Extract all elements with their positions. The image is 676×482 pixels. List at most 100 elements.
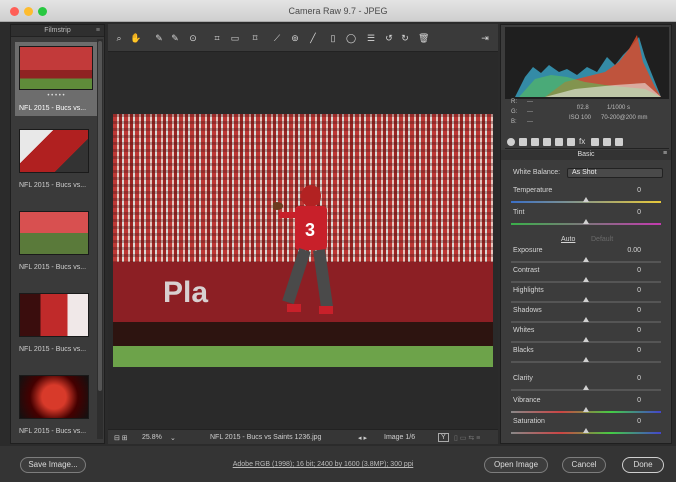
slider-thumb-whites[interactable]	[583, 337, 589, 342]
hsl-tab-icon[interactable]	[543, 138, 551, 146]
rotate-cw-icon[interactable]: ↻	[400, 33, 410, 43]
thumb-caption: NFL 2015 - Bucs vs...	[19, 105, 87, 112]
iso: ISO 100	[569, 115, 592, 121]
slider-thumb-tint[interactable]	[583, 219, 589, 224]
slider-value-saturation[interactable]: 0	[637, 418, 641, 425]
zoom-icon[interactable]: ⌕	[114, 33, 124, 43]
window-title: Camera Raw 9.7 - JPEG	[288, 6, 388, 16]
r-value: ---	[527, 99, 533, 105]
slider-thumb-temperature[interactable]	[583, 197, 589, 202]
quarterback-figure: 3	[273, 185, 334, 314]
image-count: Image 1/6	[384, 434, 416, 441]
r-label: R:	[511, 99, 517, 105]
prev-next-icon[interactable]: ◂ ▸	[358, 434, 367, 442]
slider-value-vibrance[interactable]: 0	[637, 397, 641, 404]
shutter-speed: 1/1000 s	[607, 105, 631, 111]
rotate-ccw-icon[interactable]: ↺	[384, 33, 394, 43]
preview-status-bar: ⊟ ⊞ 25.8% ⌄ NFL 2015 - Bucs vs Saints 12…	[108, 429, 498, 444]
adjustment-brush-icon[interactable]: ╱	[308, 33, 318, 43]
auto-link[interactable]: Auto	[561, 236, 575, 243]
filmstrip-thumb-2[interactable]: NFL 2015 - Bucs vs...	[19, 129, 89, 189]
fx-tab-icon[interactable]: fx	[579, 138, 587, 146]
slider-value-shadows[interactable]: 0	[637, 307, 641, 314]
zoom-dropdown-icon[interactable]: ⌄	[170, 434, 176, 442]
slider-value-clarity[interactable]: 0	[637, 375, 641, 382]
lens: 70-200@200 mm	[601, 115, 648, 121]
transform-icon[interactable]: ⌑	[250, 33, 260, 43]
thumbnail-image	[19, 129, 89, 173]
filmstrip-thumb-1[interactable]: • • • • • NFL 2015 - Bucs vs...	[15, 42, 97, 116]
filmstrip-title: Filmstrip	[44, 27, 71, 34]
slider-label-whites: Whites	[513, 327, 535, 334]
view-mode-icons[interactable]: ▯ ▭ ⇆ ≡	[454, 434, 480, 442]
adjustments-panel: R: --- G: --- B: --- f/2.8 1/1000 s ISO …	[500, 24, 672, 444]
panel-menu-icon[interactable]: ≡	[663, 150, 667, 157]
radial-filter-icon[interactable]: ◯	[346, 33, 356, 43]
graduated-filter-icon[interactable]: ▯	[328, 33, 338, 43]
tone-curve-tab-icon[interactable]	[519, 138, 527, 146]
split-toning-tab-icon[interactable]	[555, 138, 563, 146]
toggle-fullscreen-icon[interactable]: ⇥	[480, 33, 490, 43]
before-after-icon[interactable]: Y	[438, 433, 449, 442]
slider-thumb-vibrance[interactable]	[583, 407, 589, 412]
filmstrip-thumb-4[interactable]: NFL 2015 - Bucs vs...	[19, 293, 89, 353]
done-button[interactable]: Done	[622, 457, 664, 473]
slider-thumb-highlights[interactable]	[583, 297, 589, 302]
trash-icon[interactable]: 🗑	[418, 33, 429, 43]
workflow-options-link[interactable]: Adobe RGB (1998); 16 bit; 2400 by 1600 (…	[218, 461, 428, 468]
slider-thumb-shadows[interactable]	[583, 317, 589, 322]
filmstrip-thumb-3[interactable]: NFL 2015 - Bucs vs...	[19, 211, 89, 271]
preferences-icon[interactable]: ☰	[366, 33, 376, 43]
b-label: B:	[511, 119, 517, 125]
default-link[interactable]: Default	[591, 236, 613, 243]
thumb-caption: NFL 2015 - Bucs vs...	[19, 182, 87, 189]
open-image-button[interactable]: Open Image	[484, 457, 548, 473]
spot-removal-icon[interactable]: ⟋	[272, 33, 282, 43]
snapshots-tab-icon[interactable]	[615, 138, 623, 146]
filmstrip-menu-icon[interactable]: ≡	[96, 25, 100, 37]
slider-value-whites[interactable]: 0	[637, 327, 641, 334]
slider-value-tint[interactable]: 0	[637, 209, 641, 216]
slider-label-tint: Tint	[513, 209, 525, 216]
basic-tab-icon[interactable]	[507, 138, 515, 146]
save-image-button[interactable]: Save Image...	[20, 457, 86, 473]
lens-tab-icon[interactable]	[567, 138, 575, 146]
white-balance-dropdown[interactable]: As Shot	[567, 168, 663, 178]
slider-thumb-blacks[interactable]	[583, 357, 589, 362]
slider-value-temperature[interactable]: 0	[637, 187, 641, 194]
slider-value-exposure[interactable]: 0.00	[627, 247, 641, 254]
cancel-button[interactable]: Cancel	[562, 457, 606, 473]
eyedropper-icon[interactable]: ✎	[154, 33, 164, 43]
target-adjust-icon[interactable]: ⊙	[188, 33, 198, 43]
slider-thumb-exposure[interactable]	[583, 257, 589, 262]
hand-icon[interactable]: ✋	[130, 33, 141, 43]
fit-view-icon[interactable]: ⊟ ⊞	[114, 434, 128, 442]
svg-text:3: 3	[305, 220, 315, 240]
preview-photo[interactable]: Pla 3	[113, 114, 493, 367]
panel-title: Basic	[501, 150, 671, 160]
slider-thumb-contrast[interactable]	[583, 277, 589, 282]
crop-icon[interactable]: ⌗	[212, 33, 222, 43]
slider-value-highlights[interactable]: 0	[637, 287, 641, 294]
red-eye-icon[interactable]: ⊚	[290, 33, 300, 43]
rating-stars[interactable]: • • • • •	[19, 93, 93, 99]
slider-thumb-clarity[interactable]	[583, 385, 589, 390]
scrollbar-thumb[interactable]	[98, 41, 102, 391]
filmstrip-scrollbar[interactable]	[97, 39, 103, 439]
slider-label-vibrance: Vibrance	[513, 397, 541, 404]
slider-value-contrast[interactable]: 0	[637, 267, 641, 274]
zoom-level[interactable]: 25.8%	[142, 434, 162, 441]
detail-tab-icon[interactable]	[531, 138, 539, 146]
slider-value-blacks[interactable]: 0	[637, 347, 641, 354]
presets-tab-icon[interactable]	[603, 138, 611, 146]
tool-bar: ⌕ ✋ ✎ ✎ ⊙ ⌗ ▭ ⌑ ⟋ ⊚ ╱ ▯ ◯ ☰ ↺ ↻ 🗑 ⇥	[108, 24, 498, 52]
slider-thumb-saturation[interactable]	[583, 428, 589, 433]
b-value: ---	[527, 119, 533, 125]
color-sampler-icon[interactable]: ✎	[170, 33, 180, 43]
filmstrip-thumb-5[interactable]: NFL 2015 - Bucs vs...	[19, 375, 89, 435]
white-balance-label: White Balance:	[513, 169, 561, 176]
aperture: f/2.8	[577, 105, 589, 111]
thumbnail-image	[19, 375, 89, 419]
camera-calibration-tab-icon[interactable]	[591, 138, 599, 146]
straighten-icon[interactable]: ▭	[230, 33, 240, 43]
